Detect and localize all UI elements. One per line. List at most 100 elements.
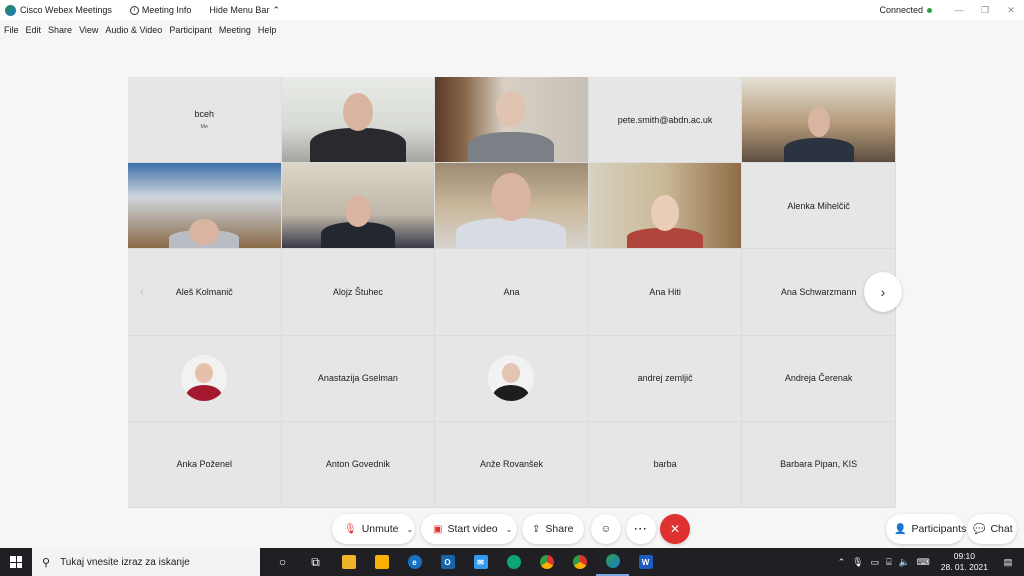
participant-video[interactable] [588,163,743,250]
hide-menu-bar-button[interactable]: Hide Menu Bar ⌃ [209,5,280,16]
participant-video[interactable] [281,77,436,164]
menu-meeting[interactable]: Meeting [219,25,251,35]
edge-legacy-button[interactable]: e [398,548,431,576]
participant-tile[interactable]: Anastazija Gselman [281,335,436,422]
store-button[interactable] [365,548,398,576]
meeting-info-button[interactable]: i Meeting Info [129,5,192,15]
restore-button[interactable]: ❐ [972,0,998,20]
chevron-up-icon[interactable]: ⌃ [838,557,846,568]
participant-name: Anastazija Gselman [317,373,398,384]
notification-icon[interactable]: ▤ [998,557,1018,568]
participant-tile[interactable] [435,335,589,422]
more-options-button[interactable]: ··· [626,514,656,544]
close-button[interactable]: ✕ [998,0,1024,20]
outlook-button[interactable]: O [431,548,464,576]
next-page-button[interactable]: › [864,272,902,312]
chevron-down-icon[interactable]: ⌄ [406,525,413,534]
chevron-down-icon[interactable]: ⌄ [506,525,513,534]
chrome-profile-button[interactable] [563,548,596,576]
menu-share[interactable]: Share [48,25,72,35]
participant-name: bceh [194,109,215,120]
participant-tile[interactable]: bceh Me [128,77,282,164]
participant-tile[interactable]: Ana [435,249,589,336]
video-person-head [496,91,527,127]
menu-participant[interactable]: Participant [169,25,212,35]
participant-name: Anže Rovanšek [479,459,543,470]
participant-video[interactable] [128,163,282,250]
participant-tile[interactable]: Aleš Kolmanič [128,249,282,336]
video-person-body [627,228,704,249]
participant-tile[interactable]: andrej zemljič [588,335,743,422]
video-person-body [309,128,406,163]
title-bar-right: Connected — ❐ ✕ [879,0,1024,20]
chrome-button[interactable] [530,548,563,576]
meeting-info-label: Meeting Info [141,5,192,15]
volume-icon[interactable]: 🔈 [899,557,910,568]
participant-video[interactable] [435,163,589,250]
edge-legacy-icon: e [407,555,422,569]
unmute-button[interactable]: 🎙 Unmute ⌄ [332,514,415,544]
file-explorer-button[interactable] [332,548,365,576]
reactions-button[interactable]: ☺ [591,514,621,544]
mail-button[interactable]: ✉ [464,548,497,576]
clock-time: 09:10 [953,551,975,561]
menu-file[interactable]: File [4,25,19,35]
participant-tile[interactable]: Ana Hiti [588,249,743,336]
word-button[interactable]: W [629,548,662,576]
share-icon: ⇪ [532,523,541,535]
participant-tile[interactable]: pete.smith@abdn.ac.uk [588,77,743,164]
menu-edit[interactable]: Edit [26,25,42,35]
unmute-label: Unmute [361,523,399,535]
microphone-icon[interactable]: 🎙 [852,557,863,568]
task-view-button[interactable]: ⧉ [299,548,332,576]
participant-tile[interactable]: Barbara Pipan, KIS [742,421,896,508]
participant-avatar [181,355,228,402]
participant-video[interactable] [742,77,896,164]
keyboard-icon[interactable]: ⌨ [917,557,930,568]
participant-tile[interactable] [128,335,282,422]
network-icon[interactable]: ⌸ [886,557,891,568]
previous-page-button[interactable]: ‹ [135,282,149,300]
person-icon: 👤 [894,523,907,535]
taskbar-search[interactable]: ⚲ Tukaj vnesite izraz za iskanje [32,548,260,576]
title-bar: Cisco Webex Meetings i Meeting Info Hide… [0,0,1024,20]
share-label: Share [545,523,574,535]
participant-video[interactable] [281,163,436,250]
participant-name: Barbara Pipan, KIS [780,459,858,470]
chat-label: Chat [990,523,1013,535]
cortana-button[interactable]: ○ [266,548,299,576]
start-video-button[interactable]: ▣ Start video ⌄ [421,514,517,544]
minimize-button[interactable]: — [946,0,972,20]
webex-icon [605,554,620,568]
connection-status: Connected [879,5,932,15]
webex-logo-icon [5,4,16,16]
battery-icon[interactable]: ▭ [871,557,880,568]
smiley-icon: ☺ [600,523,612,535]
participant-tile[interactable]: barba [588,421,743,508]
participant-video[interactable] [435,77,589,164]
participant-tile[interactable]: Anka Poženel [128,421,282,508]
avatar-head [195,363,214,384]
participant-name: andrej zemljič [637,373,693,384]
clock[interactable]: 09:10 28. 01. 2021 [941,551,988,573]
participants-button[interactable]: 👤 Participants [886,514,966,544]
participant-name: pete.smith@abdn.ac.uk [617,114,713,125]
menu-bar: File Edit Share View Audio & Video Parti… [0,21,283,39]
edge-button[interactable] [497,548,530,576]
share-button[interactable]: ⇪ Share [522,514,584,544]
leave-meeting-button[interactable]: ✕ [660,514,690,544]
participant-tile[interactable]: Anton Govednik [281,421,436,508]
menu-view[interactable]: View [79,25,98,35]
store-icon [374,555,389,569]
start-button[interactable] [0,548,32,576]
chat-button[interactable]: 💬 Chat [967,514,1017,544]
participant-tile[interactable]: Alenka Mihelčič [742,163,896,250]
menu-help[interactable]: Help [258,25,277,35]
participant-tile[interactable]: Alojz Štuhec [281,249,436,336]
system-tray: ⌃ 🎙 ▭ ⌸ 🔈 ⌨ 09:10 28. 01. 2021 ▤ [838,548,1024,576]
participant-tile[interactable]: Andreja Čerenak [742,335,896,422]
menu-audio-video[interactable]: Audio & Video [105,25,162,35]
webex-taskbar-button[interactable] [596,548,629,576]
participant-tile[interactable]: Anže Rovanšek [435,421,589,508]
video-person-head [807,107,830,137]
